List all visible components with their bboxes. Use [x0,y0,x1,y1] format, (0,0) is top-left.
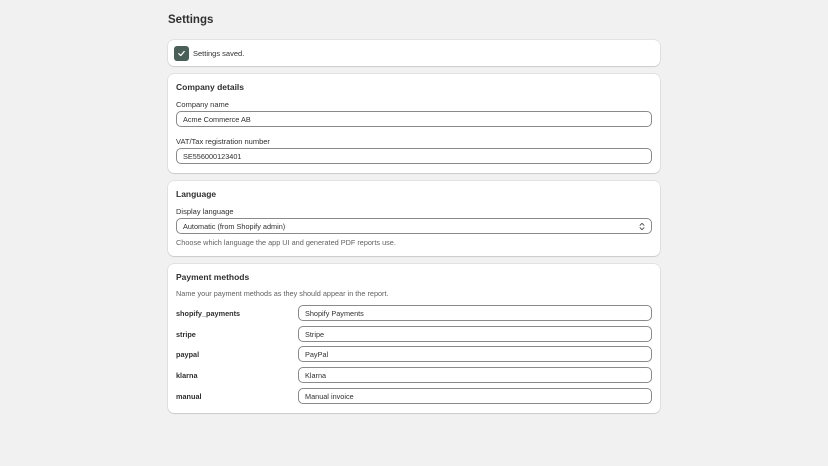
payment-methods-description: Name your payment methods as they should… [176,289,389,298]
payment-method-key: shopify_payments [176,309,241,318]
payment-methods-title: Payment methods [176,272,250,282]
display-language-value: Automatic (from Shopify admin) [183,221,286,231]
language-help-text: Choose which language the app UI and gen… [176,238,396,247]
vat-input[interactable]: SE556000123401 [176,148,652,164]
payment-method-input-manual[interactable]: Manual invoice [298,388,652,404]
settings-page: Settings Settings saved. Company details… [168,13,660,413]
payment-method-key: paypal [176,350,200,359]
payment-method-input-stripe[interactable]: Stripe [298,326,652,342]
company-name-input[interactable]: Acme Commerce AB [176,111,652,127]
payment-method-key: stripe [176,330,196,339]
checkmark-icon [174,45,189,61]
display-language-select[interactable]: Automatic (from Shopify admin) [176,218,652,234]
payment-method-input-paypal[interactable]: PayPal [298,346,652,362]
company-details-card: Company details Company name Acme Commer… [168,74,660,173]
banner-text: Settings saved. [193,48,245,58]
payment-method-key: klarna [176,371,198,380]
display-language-label: Display language [176,207,234,216]
select-chevron-icon [639,222,645,233]
company-name-label: Company name [176,100,229,109]
success-banner: Settings saved. [168,40,660,66]
company-details-title: Company details [176,82,245,92]
vat-label: VAT/Tax registration number [176,137,270,146]
page-title: Settings [168,14,214,26]
language-card: Language Display language Automatic (fro… [168,181,660,256]
payment-methods-card: Payment methods Name your payment method… [168,264,660,413]
language-title: Language [176,189,217,199]
payment-method-input-shopify-payments[interactable]: Shopify Payments [298,305,652,321]
payment-method-key: manual [176,392,202,401]
payment-method-input-klarna[interactable]: Klarna [298,367,652,383]
